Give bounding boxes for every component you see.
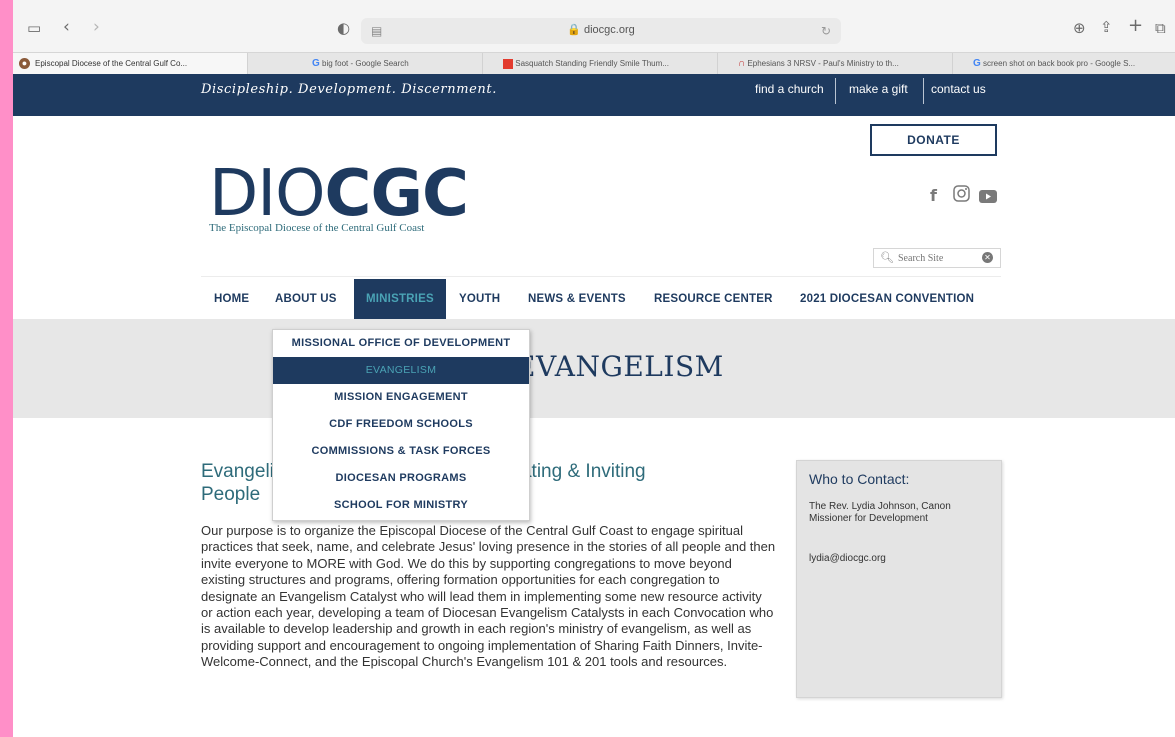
find-church-link[interactable]: find a church (755, 82, 824, 96)
tab-content: G screen shot on back book pro - Google … (973, 53, 1135, 74)
tab-title: Ephesians 3 NRSV - Paul's Ministry to th… (747, 59, 899, 68)
search-input[interactable] (898, 251, 968, 265)
reload-icon[interactable]: ↻ (821, 21, 831, 41)
donate-button[interactable]: DONATE (870, 124, 997, 156)
back-icon[interactable]: ‹ (63, 17, 70, 37)
globe-icon: ● (19, 58, 30, 69)
tab-ephesians[interactable]: ∩ Ephesians 3 NRSV - Paul's Ministry to … (718, 53, 953, 74)
divider (923, 78, 924, 104)
menu-item-school-for-ministry[interactable]: SCHOOL FOR MINISTRY (273, 492, 529, 519)
ministries-dropdown: MISSIONAL OFFICE OF DEVELOPMENT EVANGELI… (272, 329, 530, 521)
nav-home[interactable]: HOME (214, 279, 249, 319)
page-title: EVANGELISM (515, 350, 724, 383)
menu-item-evangelism[interactable]: EVANGELISM (273, 357, 529, 384)
intro-line-2: People (201, 484, 261, 505)
logo-subtitle: The Episcopal Diocese of the Central Gul… (209, 222, 425, 234)
page-body-text: Our purpose is to organize the Episcopal… (201, 523, 776, 670)
youtube-icon[interactable] (979, 188, 997, 207)
menu-item-diocesan-programs[interactable]: DIOCESAN PROGRAMS (273, 465, 529, 492)
nav-diocesan-convention[interactable]: 2021 DIOCESAN CONVENTION (800, 279, 974, 319)
tab-bar: ● Episcopal Diocese of the Central Gulf … (13, 52, 1175, 74)
menu-item-commissions[interactable]: COMMISSIONS & TASK FORCES (273, 438, 529, 465)
instagram-icon[interactable] (953, 185, 970, 206)
logo-text-cgc: CGC (324, 157, 469, 231)
tab-sasquatch[interactable]: Sasquatch Standing Friendly Smile Thum..… (483, 53, 718, 74)
address-bar[interactable]: ▤ 🔒 diocgc.org ↻ (361, 18, 841, 44)
search-icon: 🔍︎ (880, 251, 894, 264)
tab-google-search[interactable]: G big foot - Google Search (248, 53, 483, 74)
nav-news-events[interactable]: NEWS & EVENTS (528, 279, 626, 319)
nav-divider (201, 276, 1001, 277)
divider (835, 78, 836, 104)
arch-icon: ∩ (738, 58, 746, 69)
download-icon[interactable]: ⊕ (1073, 18, 1086, 38)
site-top-bar: Discipleship. Development. Discernment. … (13, 74, 1175, 116)
tab-content: G big foot - Google Search (312, 53, 409, 74)
contact-email[interactable]: lydia@diocgc.org (809, 553, 886, 564)
tab-overview-icon[interactable]: ⧉ (1155, 18, 1166, 38)
menu-item-cdf-freedom-schools[interactable]: CDF FREEDOM SCHOOLS (273, 411, 529, 438)
make-gift-link[interactable]: make a gift (849, 82, 908, 96)
sidebar-icon[interactable]: ▭ (27, 18, 41, 38)
tab-content: ∩ Ephesians 3 NRSV - Paul's Ministry to … (738, 53, 899, 74)
url-label: diocgc.org (584, 24, 635, 36)
privacy-shield-icon[interactable]: ◐ (337, 18, 350, 38)
tab-title: Sasquatch Standing Friendly Smile Thum..… (515, 59, 669, 68)
url-text: 🔒 diocgc.org (567, 24, 635, 36)
share-icon[interactable]: ⇪ (1100, 17, 1113, 37)
site-logo[interactable]: DIOCGC (209, 162, 469, 226)
tab-screenshot-search[interactable]: G screen shot on back book pro - Google … (953, 53, 1175, 74)
tab-title: screen shot on back book pro - Google S.… (983, 59, 1136, 68)
site-tagline: Discipleship. Development. Discernment. (201, 82, 497, 97)
browser-window: ▭ ‹ › ◐ ▤ 🔒 diocgc.org ↻ ⊕ ⇪ + ⧉ ● Episc… (13, 0, 1175, 737)
logo-text-dio: DIO (209, 157, 326, 231)
nav-ministries[interactable]: MINISTRIES (354, 279, 446, 319)
menu-item-mission-engagement[interactable]: MISSION ENGAGEMENT (273, 384, 529, 411)
tab-diocgc[interactable]: ● Episcopal Diocese of the Central Gulf … (13, 53, 248, 74)
forward-icon[interactable]: › (93, 17, 100, 37)
contact-name: The Rev. Lydia Johnson, Canon Missioner … (809, 501, 951, 524)
contact-title: Who to Contact: (809, 471, 910, 487)
clear-search-icon[interactable]: ✕ (982, 252, 993, 263)
tab-content: Sasquatch Standing Friendly Smile Thum..… (503, 53, 669, 74)
tab-title: Episcopal Diocese of the Central Gulf Co… (35, 59, 188, 68)
shop-icon (503, 58, 513, 69)
nav-resource-center[interactable]: RESOURCE CENTER (654, 279, 773, 319)
google-icon: G (973, 58, 981, 69)
facebook-icon[interactable]: f (930, 186, 937, 205)
nav-youth[interactable]: YOUTH (459, 279, 500, 319)
contact-box: Who to Contact: The Rev. Lydia Johnson, … (796, 460, 1002, 698)
google-icon: G (312, 58, 320, 69)
menu-item-missional-office[interactable]: MISSIONAL OFFICE OF DEVELOPMENT (273, 330, 529, 357)
contact-us-link[interactable]: contact us (931, 82, 986, 96)
new-tab-icon[interactable]: + (1128, 16, 1143, 36)
browser-toolbar: ▭ ‹ › ◐ ▤ 🔒 diocgc.org ↻ ⊕ ⇪ + ⧉ (13, 0, 1175, 52)
nav-about-us[interactable]: ABOUT US (275, 279, 337, 319)
search-box: 🔍︎ ✕ (873, 248, 1001, 268)
tab-title: big foot - Google Search (322, 59, 409, 68)
